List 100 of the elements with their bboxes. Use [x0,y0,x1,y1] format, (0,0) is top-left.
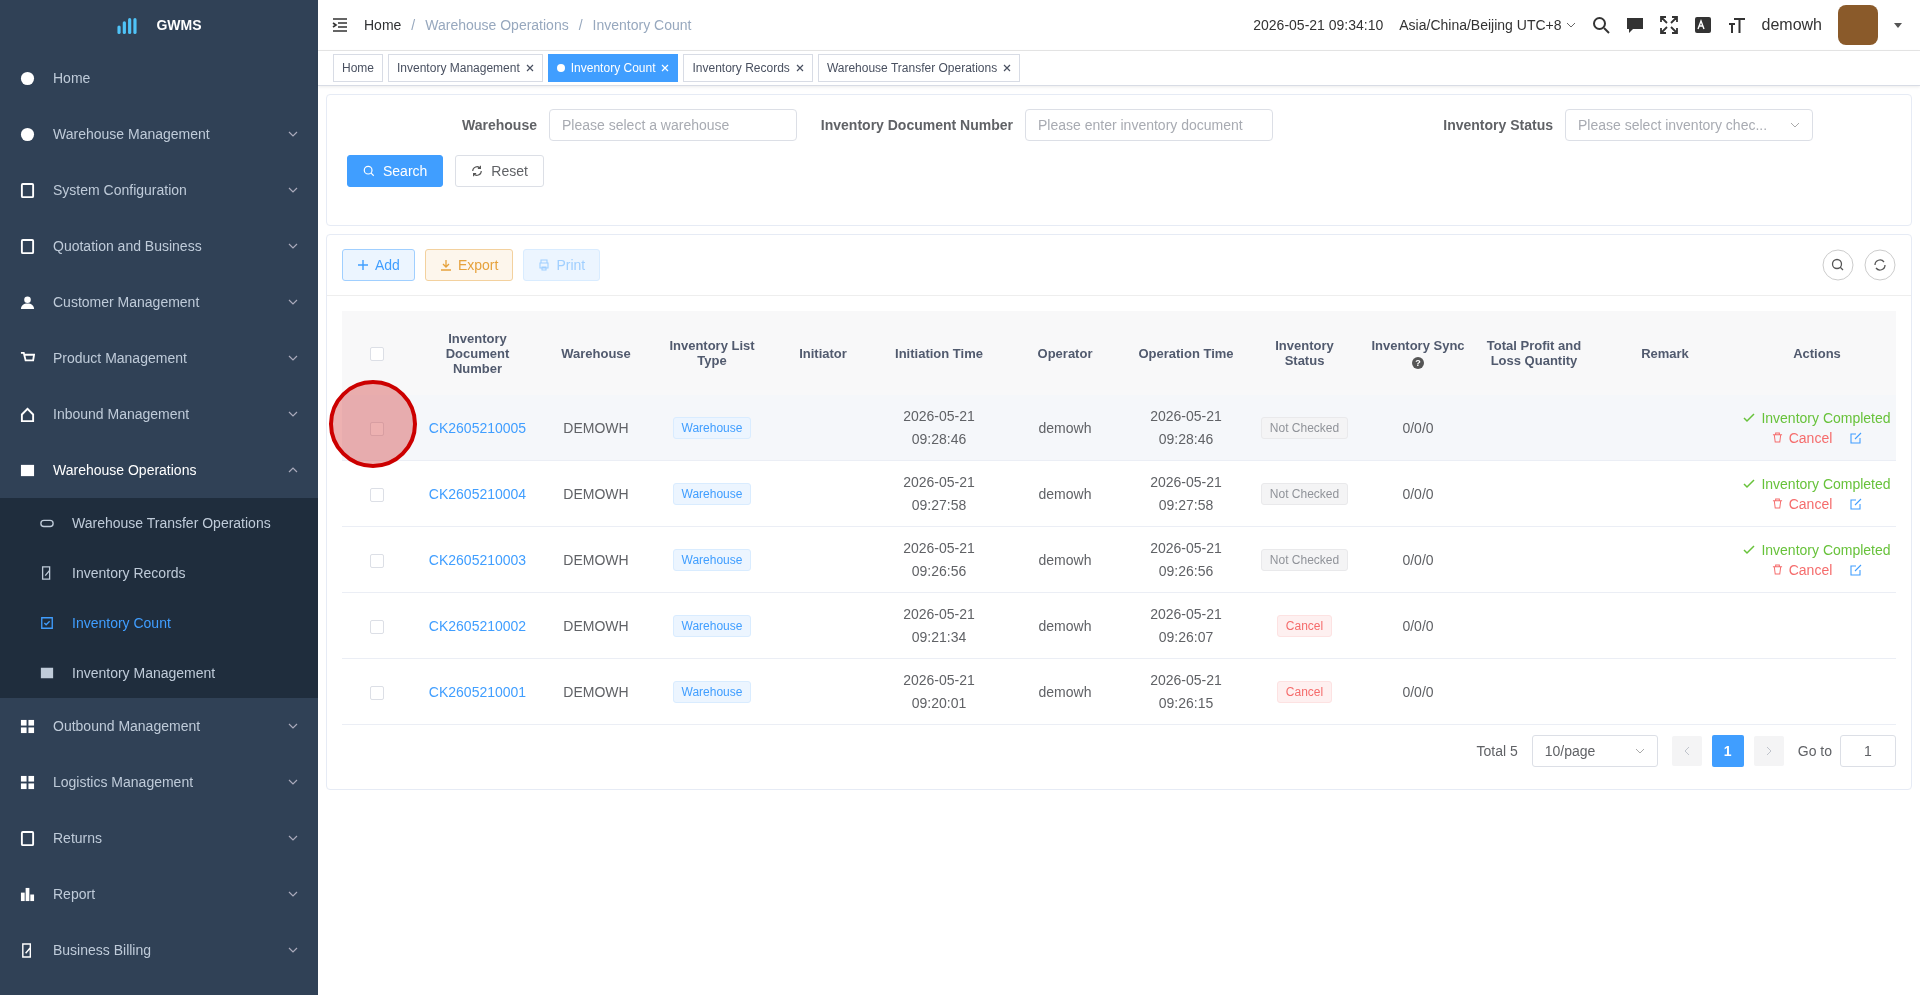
sidebar-item[interactable]: Outbound Management [0,698,318,754]
table-cell-text: 2026-05-21 09:28:46 [903,406,975,449]
status-tag: Not Checked [1260,416,1349,439]
help-icon[interactable]: ? [1412,356,1424,369]
sidebar-item[interactable]: Warehouse Management [0,106,318,162]
type-tag: Warehouse [672,680,752,703]
refresh-icon [471,165,484,177]
menu-icon[interactable] [332,18,348,32]
column-header: Warehouse [561,345,631,361]
table-cell: 0/0/0 [1402,617,1434,634]
tiles-icon [20,718,35,734]
page-tab[interactable]: Home [333,54,383,82]
edit-icon[interactable] [1850,431,1863,444]
status-tag: Not Checked [1260,482,1349,505]
app-logo-text: GWMS [156,17,202,33]
user-name[interactable]: demowh [1761,16,1822,34]
chat-icon[interactable] [1625,16,1644,34]
document-icon [20,830,35,846]
table-cell-text: 2026-05-21 09:21:34 [903,604,975,647]
sidebar-item[interactable]: Business Billing [0,922,318,978]
checkbox-icon [40,616,54,630]
document-icon [20,238,35,254]
user-icon [20,294,35,310]
row-checkbox[interactable] [370,487,384,502]
edit-icon[interactable] [1850,563,1863,576]
table-cell: 0/0/0 [1402,419,1434,436]
sidebar-item[interactable]: Warehouse Operations [0,442,318,498]
close-icon[interactable] [525,64,534,72]
type-tag: Warehouse [672,416,752,439]
table-cell: demowh [1038,617,1092,634]
column-header: Inventory Status [1274,338,1335,368]
sidebar-item[interactable]: Quotation and Business [0,218,318,274]
table-cell: demowh [1038,683,1092,700]
page-tab[interactable]: Inventory Records [683,54,813,82]
column-header: Operator [1037,345,1093,361]
bar-chart-icon [20,886,35,902]
sidebar-item[interactable]: Customer Management [0,274,318,330]
caret-icon[interactable] [1894,22,1902,28]
sidebar-item[interactable]: Logistics Management [0,754,318,810]
fullscreen-icon[interactable] [1659,16,1678,34]
row-checkbox[interactable] [370,553,384,568]
status-tag: Not Checked [1260,548,1349,571]
breadcrumb-item: Warehouse Operations [425,17,569,33]
reset-button[interactable]: Reset [455,155,544,187]
sidebar-subitem[interactable]: Inventory Management [0,648,318,698]
column-header: Remark [1641,345,1689,361]
chevron-icon[interactable] [1565,22,1576,28]
page-tab[interactable]: Warehouse Transfer Operations [817,54,1021,82]
sidebar-subitem[interactable]: Inventory Records [0,548,318,598]
row-checkbox[interactable] [370,685,384,700]
refresh-icon[interactable] [1864,249,1896,281]
table-cell-text: 2026-05-21 09:26:15 [1150,670,1222,713]
trash-icon [1771,432,1783,443]
table-cell-text: 2026-05-21 09:26:07 [1150,604,1222,647]
datetime-text: 2026-05-21 09:34:10 [1253,17,1384,33]
printer-icon [538,259,551,271]
column-header: Initiation Time [895,345,983,361]
house-icon [20,406,35,422]
sidebar-item[interactable]: Home [0,50,318,106]
plus-icon [357,259,369,271]
column-header: Initiator [799,345,847,361]
search-icon [363,165,375,177]
filter-label: Inventory Status [1443,117,1553,133]
table-cell: 0/0/0 [1402,485,1434,502]
row-checkbox[interactable] [370,619,384,634]
sidebar-item[interactable]: Report [0,866,318,922]
sidebar-subitem[interactable]: Warehouse Transfer Operations [0,498,318,548]
page-size-select[interactable]: 10/page [1531,735,1658,767]
edit-icon[interactable] [1850,497,1863,510]
chevron-icon [1634,748,1645,754]
sidebar-item[interactable]: System Configuration [0,162,318,218]
timezone-select[interactable]: Asia/China/Beijing UTC+8 [1399,17,1562,33]
table-cell-text: 2026-05-21 09:27:58 [903,472,975,515]
goto-label: Go to [1797,743,1832,759]
sidebar-subitem[interactable]: Inventory Count [0,598,318,648]
table-cell: DEMOWH [563,683,629,700]
dot-icon [556,64,565,72]
close-icon[interactable] [795,64,804,72]
page-tab[interactable]: Inventory Management [388,54,543,82]
sidebar-item[interactable]: Returns [0,810,318,866]
font-size-icon[interactable] [1727,16,1746,34]
goto-input[interactable]: 1 [1840,735,1896,767]
table-cell-text: 2026-05-21 09:26:56 [903,538,975,581]
close-icon[interactable] [1003,64,1012,72]
status-tag: Cancel [1276,680,1333,703]
checkmark-icon [1743,412,1756,423]
avatar-placeholder[interactable] [1838,5,1878,45]
search-icon[interactable] [1591,16,1610,34]
breadcrumb-item[interactable]: Home [364,17,402,33]
trash-icon [1771,564,1783,575]
table-cell: demowh [1038,551,1092,568]
breadcrumb-item: Inventory Count [592,17,692,33]
table-cell-text: 2026-05-21 09:27:58 [1150,472,1222,515]
column-header: Inventory List Type [668,338,756,368]
select-all-checkbox[interactable] [370,346,384,361]
translate-icon[interactable] [1693,16,1712,34]
checkmark-icon [1743,478,1756,489]
chevron-left-icon [1683,746,1690,756]
sidebar-item[interactable]: Inbound Management [0,386,318,442]
sidebar-item[interactable]: Product Management [0,330,318,386]
